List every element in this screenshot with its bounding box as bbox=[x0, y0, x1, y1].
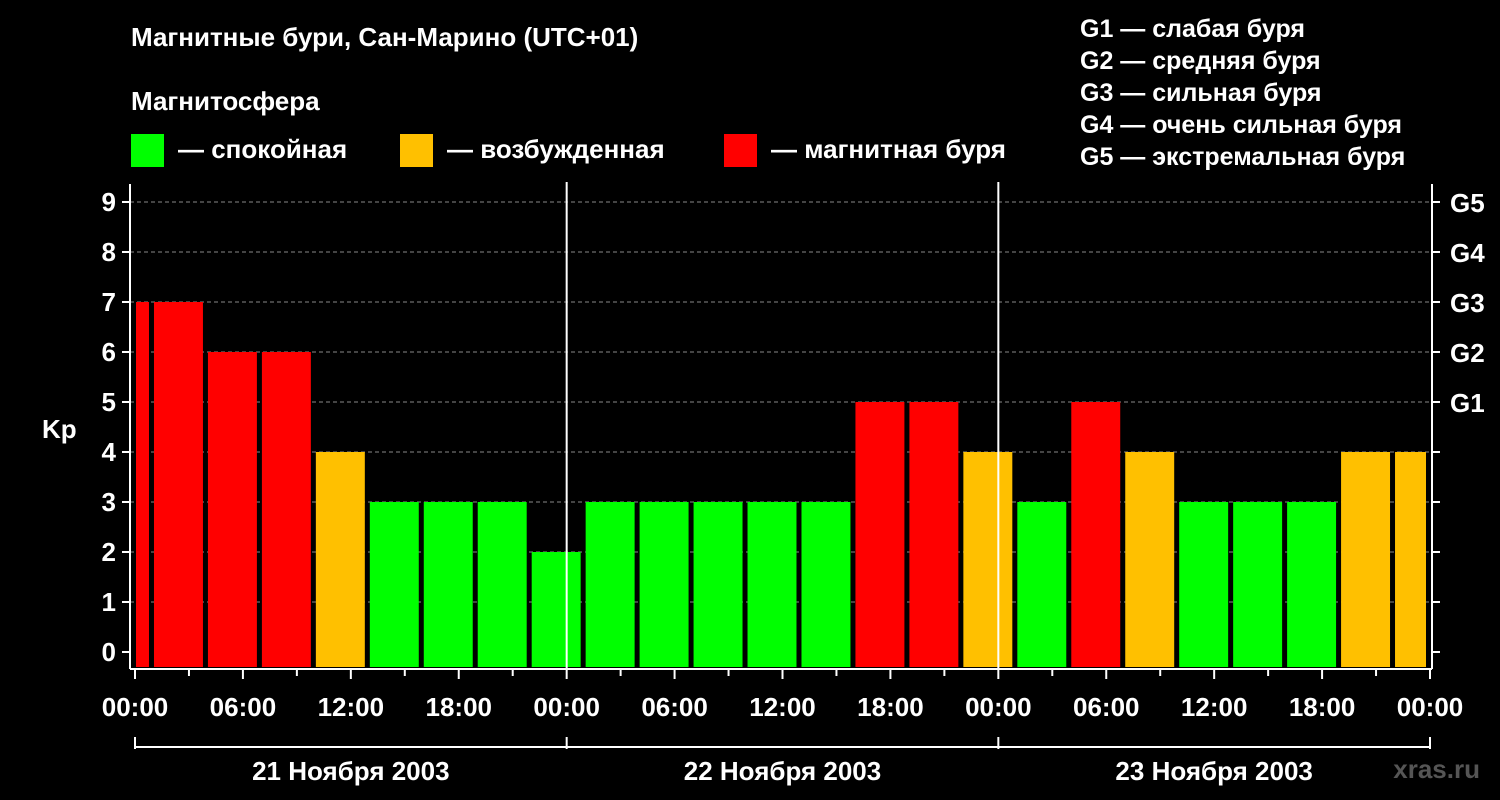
x-tick-label: 06:00 bbox=[1073, 692, 1140, 722]
bar-kp bbox=[585, 502, 635, 667]
bar-kp bbox=[136, 302, 149, 667]
y-tick-label: 9 bbox=[102, 187, 116, 217]
bar-kp bbox=[963, 452, 1013, 667]
day-label: 21 Ноября 2003 bbox=[252, 756, 449, 786]
bar-kp bbox=[423, 502, 473, 667]
x-tick-label: 12:00 bbox=[318, 692, 385, 722]
bar-kp bbox=[1233, 502, 1283, 667]
x-tick-label: 18:00 bbox=[426, 692, 493, 722]
bar-kp bbox=[207, 352, 257, 667]
bar-kp bbox=[531, 552, 581, 667]
bar-kp bbox=[855, 402, 905, 667]
day-label: 23 Ноября 2003 bbox=[1115, 756, 1312, 786]
watermark: xras.ru bbox=[1393, 754, 1480, 784]
g-axis-label: G2 bbox=[1450, 338, 1485, 368]
bar-kp bbox=[747, 502, 797, 667]
bar-kp bbox=[261, 352, 311, 667]
y-tick-label: 0 bbox=[102, 637, 116, 667]
y-tick-label: 2 bbox=[102, 537, 116, 567]
x-tick-label: 06:00 bbox=[210, 692, 277, 722]
x-tick-label: 12:00 bbox=[1181, 692, 1248, 722]
x-tick-label: 00:00 bbox=[533, 692, 600, 722]
x-tick-label: 18:00 bbox=[857, 692, 924, 722]
bar-kp bbox=[1125, 452, 1175, 667]
day-label: 22 Ноября 2003 bbox=[684, 756, 881, 786]
y-tick-label: 7 bbox=[102, 287, 116, 317]
bar-kp bbox=[315, 452, 365, 667]
bar-kp bbox=[1017, 502, 1067, 667]
x-tick-label: 12:00 bbox=[749, 692, 816, 722]
bar-kp bbox=[1395, 452, 1426, 667]
bar-kp bbox=[693, 502, 743, 667]
y-tick-label: 4 bbox=[102, 437, 117, 467]
y-tick-label: 1 bbox=[102, 587, 116, 617]
bar-kp bbox=[639, 502, 689, 667]
bar-kp bbox=[1341, 452, 1391, 667]
x-tick-label: 18:00 bbox=[1289, 692, 1356, 722]
y-tick-label: 3 bbox=[102, 487, 116, 517]
bar-kp bbox=[369, 502, 419, 667]
x-tick-label: 06:00 bbox=[641, 692, 708, 722]
g-axis-label: G3 bbox=[1450, 288, 1485, 318]
bar-kp bbox=[1071, 402, 1121, 667]
x-tick-label: 00:00 bbox=[965, 692, 1032, 722]
x-tick-label: 00:00 bbox=[1397, 692, 1464, 722]
y-axis-label: Kp bbox=[42, 414, 77, 444]
y-tick-label: 5 bbox=[102, 387, 116, 417]
bar-kp bbox=[909, 402, 959, 667]
bar-kp bbox=[1287, 502, 1337, 667]
bar-kp bbox=[1179, 502, 1229, 667]
x-tick-label: 00:00 bbox=[102, 692, 169, 722]
kp-chart: 0 1 2 3 4 5 6 7 8 9 G1 G2 G3 G4 G5 Kp 00:00 06:00 12:00 18:… bbox=[42, 182, 1485, 786]
g-axis-label: G5 bbox=[1450, 188, 1485, 218]
bar-kp bbox=[801, 502, 851, 667]
bar-kp bbox=[477, 502, 527, 667]
g-axis-label: G4 bbox=[1450, 238, 1485, 268]
g-axis-label: G1 bbox=[1450, 388, 1485, 418]
y-tick-label: 6 bbox=[102, 337, 116, 367]
bar-kp bbox=[153, 302, 203, 667]
y-tick-label: 8 bbox=[102, 237, 116, 267]
